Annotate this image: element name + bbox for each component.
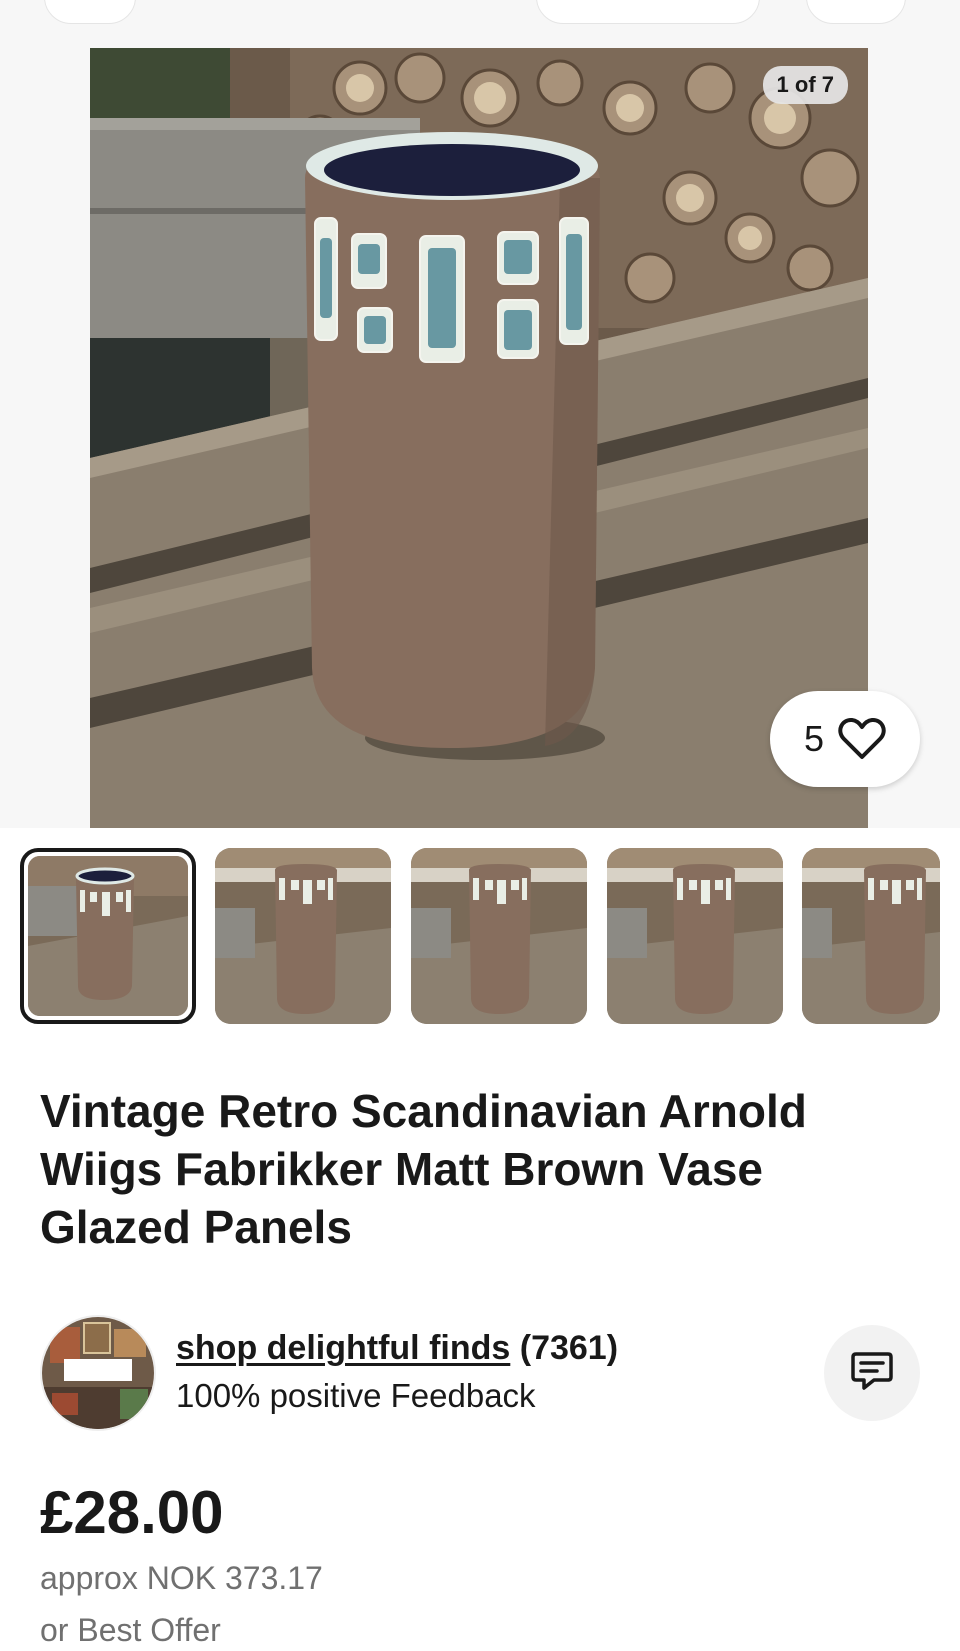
seller-feedback-count: (7361)	[519, 1329, 619, 1367]
item-price: £28.00	[40, 1479, 224, 1546]
best-offer-label: or Best Offer	[40, 1612, 221, 1648]
seller-name-row: shop delightful finds (7361)	[176, 1329, 618, 1368]
thumbnail-2[interactable]	[215, 848, 391, 1024]
search-pill[interactable]	[536, 0, 760, 24]
thumbnail-4[interactable]	[607, 848, 783, 1024]
thumbnail-1[interactable]	[20, 848, 196, 1024]
contact-seller-button[interactable]	[824, 1325, 920, 1421]
seller-avatar[interactable]	[40, 1315, 156, 1431]
image-counter: 1 of 7	[762, 66, 848, 104]
main-product-photo[interactable]: 1 of 7	[90, 48, 868, 828]
thumbnail-strip[interactable]	[0, 828, 960, 1028]
seller-name-link[interactable]: shop delightful finds	[176, 1329, 510, 1367]
seller-feedback-score: 100% positive Feedback	[176, 1377, 536, 1414]
share-button[interactable]	[806, 0, 906, 24]
listing-title: Vintage Retro Scandinavian Arnold Wiigs …	[40, 1085, 807, 1253]
message-icon	[850, 1350, 894, 1397]
back-button[interactable]	[44, 0, 136, 24]
watch-count: 5	[803, 718, 825, 759]
image-gallery[interactable]: 1 of 7 5	[0, 48, 960, 828]
top-nav-bar	[0, 0, 960, 48]
thumbnail-3[interactable]	[411, 848, 587, 1024]
thumbnail-5[interactable]	[802, 848, 940, 1024]
seller-info: shop delightful finds (7361) 100% positi…	[40, 1315, 920, 1431]
converted-price: approx NOK 373.17	[40, 1560, 323, 1596]
watch-button[interactable]: 5	[770, 691, 920, 787]
heart-icon	[838, 717, 886, 761]
